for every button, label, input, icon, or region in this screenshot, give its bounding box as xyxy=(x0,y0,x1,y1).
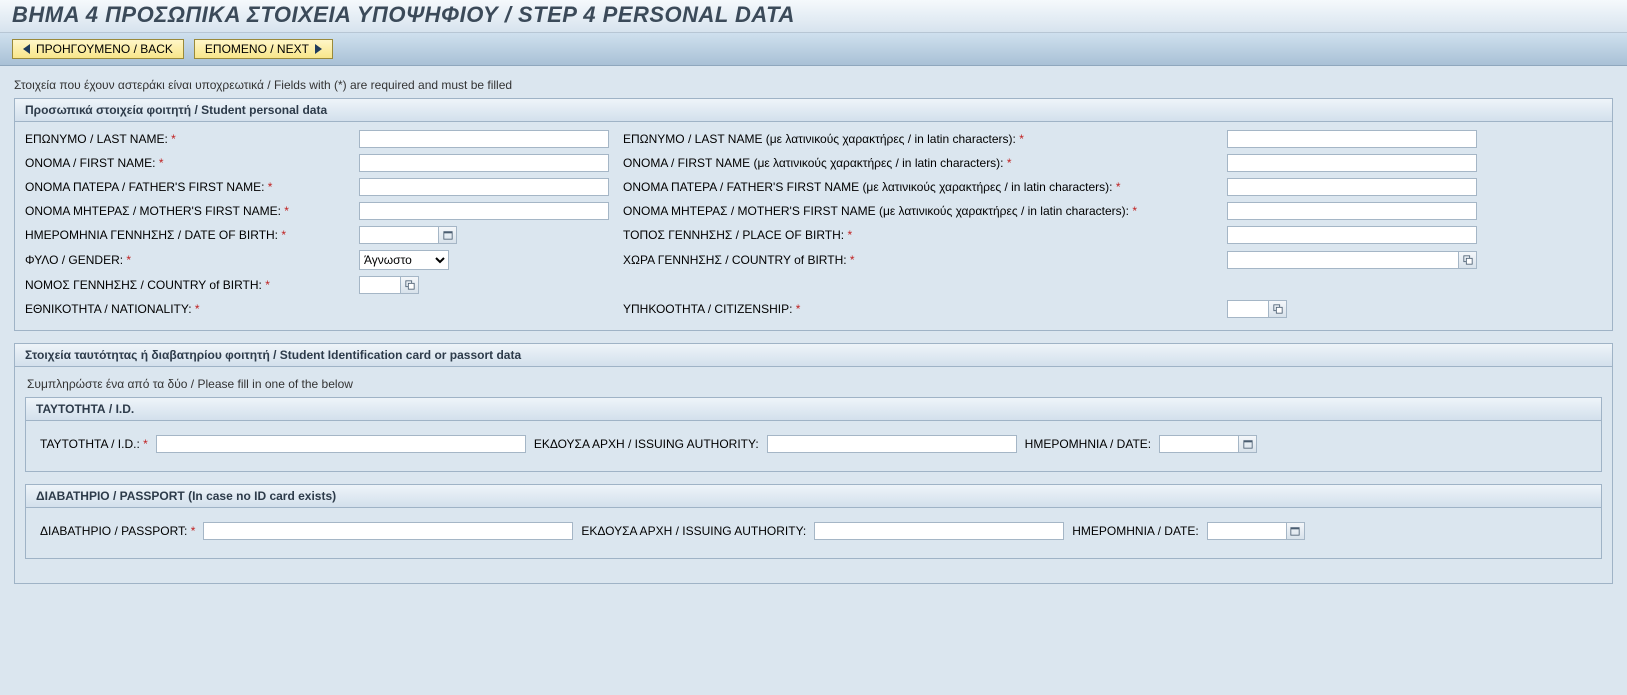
label-father-name: ΟΝΟΜΑ ΠΑΤΕΡΑ / FATHER'S FIRST NAME: * xyxy=(25,180,355,194)
group-personal-title: Προσωπικά στοιχεία φοιτητή / Student per… xyxy=(15,99,1612,122)
arrow-right-icon xyxy=(315,44,322,54)
back-button-label: ΠΡΟΗΓΟΥΜΕΝΟ / BACK xyxy=(36,42,173,56)
gender-select[interactable]: Άγνωστο xyxy=(359,250,449,270)
next-button-label: ΕΠΟΜΕΝΟ / NEXT xyxy=(205,42,309,56)
label-passport-date: ΗΜΕΡΟΜΗΝΙΑ / DATE: xyxy=(1072,524,1198,538)
mother-name-latin-input[interactable] xyxy=(1227,202,1477,220)
label-country-of-birth-left: ΝΟΜΟΣ ΓΕΝΝΗΣΗΣ / COUNTRY of BIRTH: * xyxy=(25,278,355,292)
label-mother-name-latin: ΟΝΟΜΑ ΜΗΤΕΡΑΣ / MOTHER'S FIRST NAME (με … xyxy=(623,204,1223,218)
label-first-name-latin: ΟΝΟΜΑ / FIRST NAME (με λατινικούς χαρακτ… xyxy=(623,156,1223,170)
value-help-icon[interactable] xyxy=(401,276,419,294)
group-passport: ΔΙΑΒΑΤΗΡΙΟ / PASSPORT (In case no ID car… xyxy=(25,484,1602,559)
id-date-input[interactable] xyxy=(1159,435,1239,453)
label-citizenship: ΥΠΗΚΟΟΤΗΤΑ / CITIZENSHIP: * xyxy=(623,302,1223,316)
label-first-name: ΟΝΟΜΑ / FIRST NAME: * xyxy=(25,156,355,170)
passport-input[interactable] xyxy=(203,522,573,540)
label-passport: ΔΙΑΒΑΤΗΡΙΟ / PASSPORT: * xyxy=(40,524,195,538)
label-id-issuing-authority: ΕΚΔΟΥΣΑ ΑΡΧΗ / ISSUING AUTHORITY: xyxy=(534,437,759,451)
country-of-birth-right-input[interactable] xyxy=(1227,251,1459,269)
date-picker-icon[interactable] xyxy=(1287,522,1305,540)
group-id-title: Στοιχεία ταυτότητας ή διαβατηρίου φοιτητ… xyxy=(15,344,1612,367)
father-name-input[interactable] xyxy=(359,178,609,196)
date-picker-icon[interactable] xyxy=(1239,435,1257,453)
id-instructions-note: Συμπληρώστε ένα από τα δύο / Please fill… xyxy=(27,377,1602,391)
page-title-bar: ΒΗΜΑ 4 ΠΡΟΣΩΠΙΚΑ ΣΤΟΙΧΕΙΑ ΥΠΟΨΗΦΙΟΥ / ST… xyxy=(0,0,1627,33)
date-picker-icon[interactable] xyxy=(439,226,457,244)
group-id-card: ΤΑΥΤΟΤΗΤΑ / I.D. ΤΑΥΤΟΤΗΤΑ / I.D.: * ΕΚΔ… xyxy=(25,397,1602,472)
label-id-date: ΗΜΕΡΟΜΗΝΙΑ / DATE: xyxy=(1025,437,1151,451)
group-id-card-title: ΤΑΥΤΟΤΗΤΑ / I.D. xyxy=(26,398,1601,421)
next-button[interactable]: ΕΠΟΜΕΝΟ / NEXT xyxy=(194,39,333,59)
last-name-latin-input[interactable] xyxy=(1227,130,1477,148)
first-name-input[interactable] xyxy=(359,154,609,172)
label-mother-name: ΟΝΟΜΑ ΜΗΤΕΡΑΣ / MOTHER'S FIRST NAME: * xyxy=(25,204,355,218)
passport-issuing-authority-input[interactable] xyxy=(814,522,1064,540)
group-personal-data: Προσωπικά στοιχεία φοιτητή / Student per… xyxy=(14,98,1613,331)
back-button[interactable]: ΠΡΟΗΓΟΥΜΕΝΟ / BACK xyxy=(12,39,184,59)
label-last-name: ΕΠΩΝΥΜΟ / LAST NAME: * xyxy=(25,132,355,146)
required-fields-note: Στοιχεία που έχουν αστεράκι είναι υποχρε… xyxy=(14,78,1613,92)
label-country-of-birth-right: ΧΩΡΑ ΓΕΝΝΗΣΗΣ / COUNTRY of BIRTH: * xyxy=(623,253,1223,267)
label-passport-issuing-authority: ΕΚΔΟΥΣΑ ΑΡΧΗ / ISSUING AUTHORITY: xyxy=(581,524,806,538)
value-help-icon[interactable] xyxy=(1459,251,1477,269)
content-area: Στοιχεία που έχουν αστεράκι είναι υποχρε… xyxy=(0,66,1627,616)
label-place-of-birth: ΤΟΠΟΣ ΓΕΝΝΗΣΗΣ / PLACE OF BIRTH: * xyxy=(623,228,1223,242)
mother-name-input[interactable] xyxy=(359,202,609,220)
toolbar: ΠΡΟΗΓΟΥΜΕΝΟ / BACK ΕΠΟΜΕΝΟ / NEXT xyxy=(0,33,1627,66)
last-name-input[interactable] xyxy=(359,130,609,148)
label-gender: ΦΥΛΟ / GENDER: * xyxy=(25,253,355,267)
passport-date-input[interactable] xyxy=(1207,522,1287,540)
first-name-latin-input[interactable] xyxy=(1227,154,1477,172)
arrow-left-icon xyxy=(23,44,30,54)
dob-input[interactable] xyxy=(359,226,439,244)
label-nationality: ΕΘΝΙΚΟΤΗΤΑ / NATIONALITY: * xyxy=(25,302,355,316)
citizenship-input[interactable] xyxy=(1227,300,1269,318)
id-issuing-authority-input[interactable] xyxy=(767,435,1017,453)
father-name-latin-input[interactable] xyxy=(1227,178,1477,196)
place-of-birth-input[interactable] xyxy=(1227,226,1477,244)
country-of-birth-left-input[interactable] xyxy=(359,276,401,294)
page-title: ΒΗΜΑ 4 ΠΡΟΣΩΠΙΚΑ ΣΤΟΙΧΕΙΑ ΥΠΟΨΗΦΙΟΥ / ST… xyxy=(12,2,1615,28)
label-father-name-latin: ΟΝΟΜΑ ΠΑΤΕΡΑ / FATHER'S FIRST NAME (με λ… xyxy=(623,180,1223,194)
label-id: ΤΑΥΤΟΤΗΤΑ / I.D.: * xyxy=(40,437,148,451)
value-help-icon[interactable] xyxy=(1269,300,1287,318)
label-last-name-latin: ΕΠΩΝΥΜΟ / LAST NAME (με λατινικούς χαρακ… xyxy=(623,132,1223,146)
id-input[interactable] xyxy=(156,435,526,453)
group-passport-title: ΔΙΑΒΑΤΗΡΙΟ / PASSPORT (In case no ID car… xyxy=(26,485,1601,508)
label-dob: ΗΜΕΡΟΜΗΝΙΑ ΓΕΝΝΗΣΗΣ / DATE OF BIRTH: * xyxy=(25,228,355,242)
group-id-passport: Στοιχεία ταυτότητας ή διαβατηρίου φοιτητ… xyxy=(14,343,1613,584)
